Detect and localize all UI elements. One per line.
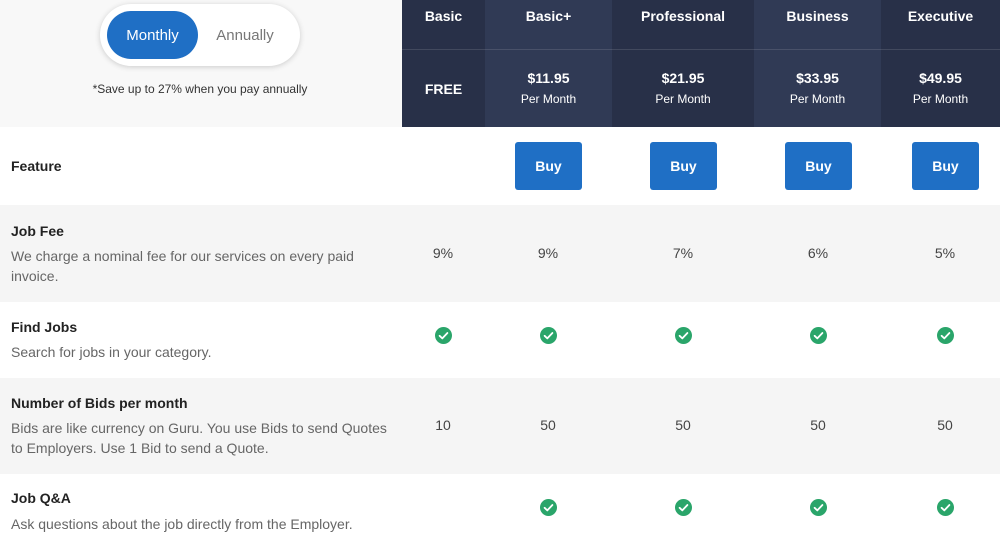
check-circle-icon [809, 499, 827, 516]
pricing-header: Monthly Annually *Save up to 27% when yo… [0, 0, 1000, 127]
feature-title: Find Jobs [11, 319, 78, 335]
plan-period: Per Month [655, 92, 711, 106]
plan-period: Per Month [520, 92, 577, 106]
check-circle-icon [809, 327, 827, 344]
feature-title: Job Q&A [11, 490, 71, 506]
plan-name: Business [786, 8, 849, 24]
plan-name: Basic [424, 8, 463, 24]
plan-price: $11.95 [527, 70, 570, 86]
plan-header-basic: Basic FREE [402, 0, 485, 127]
check-circle-icon [674, 499, 692, 516]
feature-title: Number of Bids per month [11, 395, 188, 411]
feature-value: 50 [937, 417, 953, 433]
save-note: *Save up to 27% when you pay annually [92, 82, 308, 96]
feature-value: 50 [810, 417, 826, 433]
annually-option[interactable]: Annually [200, 11, 290, 59]
feature-value: 7% [672, 245, 694, 261]
feature-header: Feature [11, 158, 62, 174]
plan-price: $21.95 [661, 70, 705, 86]
feature-row-job-qa: Job Q&A Ask questions about the job dire… [0, 474, 1000, 548]
billing-toggle-area: Monthly Annually *Save up to 27% when yo… [0, 0, 402, 127]
feature-value: 50 [675, 417, 691, 433]
plan-period: Per Month [789, 92, 846, 106]
check-circle-icon [936, 499, 954, 516]
buy-button-basic-plus[interactable]: Buy [515, 142, 582, 190]
feature-value: 10 [435, 417, 451, 433]
feature-value: 6% [807, 245, 829, 261]
plan-price: FREE [424, 81, 463, 97]
feature-row-bids: Number of Bids per month Bids are like c… [0, 378, 1000, 474]
plan-price: $33.95 [796, 70, 839, 86]
feature-description: We charge a nominal fee for our services… [11, 248, 354, 284]
buy-button-executive[interactable]: Buy [912, 142, 979, 190]
plan-divider [485, 49, 612, 50]
check-circle-icon [434, 327, 452, 344]
plan-divider [612, 49, 754, 50]
feature-value: 5% [934, 245, 956, 261]
plan-name: Executive [907, 8, 974, 24]
buy-button-business[interactable]: Buy [785, 142, 852, 190]
feature-description: Search for jobs in your category. [11, 344, 212, 360]
plan-header-basic-plus: Basic+ $11.95 Per Month [485, 0, 612, 127]
plan-header-executive: Executive $49.95 Per Month [881, 0, 1000, 127]
plan-price: $49.95 [919, 70, 962, 86]
feature-description: Bids are like currency on Guru. You use … [11, 420, 387, 456]
buy-row: Feature Buy Buy Buy Buy [0, 127, 1000, 205]
check-circle-icon [674, 327, 692, 344]
feature-row-find-jobs: Find Jobs Search for jobs in your catego… [0, 302, 1000, 378]
check-circle-icon [539, 327, 557, 344]
feature-description: Ask questions about the job directly fro… [11, 516, 353, 532]
check-circle-icon [539, 499, 557, 516]
feature-value: 50 [540, 417, 556, 433]
buy-button-professional[interactable]: Buy [650, 142, 717, 190]
feature-title: Job Fee [11, 223, 64, 239]
plan-header-professional: Professional $21.95 Per Month [612, 0, 754, 127]
plan-period: Per Month [912, 92, 969, 106]
billing-toggle[interactable]: Monthly Annually [100, 4, 300, 66]
plan-divider [402, 49, 485, 50]
plan-header-business: Business $33.95 Per Month [754, 0, 881, 127]
monthly-option[interactable]: Monthly [107, 11, 198, 59]
feature-value: 9% [537, 245, 559, 261]
feature-value: 9% [432, 245, 454, 261]
check-circle-icon [936, 327, 954, 344]
feature-row-job-fee: Job Fee We charge a nominal fee for our … [0, 205, 1000, 302]
plan-name: Professional [640, 8, 726, 24]
plan-divider [754, 49, 881, 50]
plan-divider [881, 49, 1000, 50]
plan-name: Basic+ [525, 8, 572, 24]
